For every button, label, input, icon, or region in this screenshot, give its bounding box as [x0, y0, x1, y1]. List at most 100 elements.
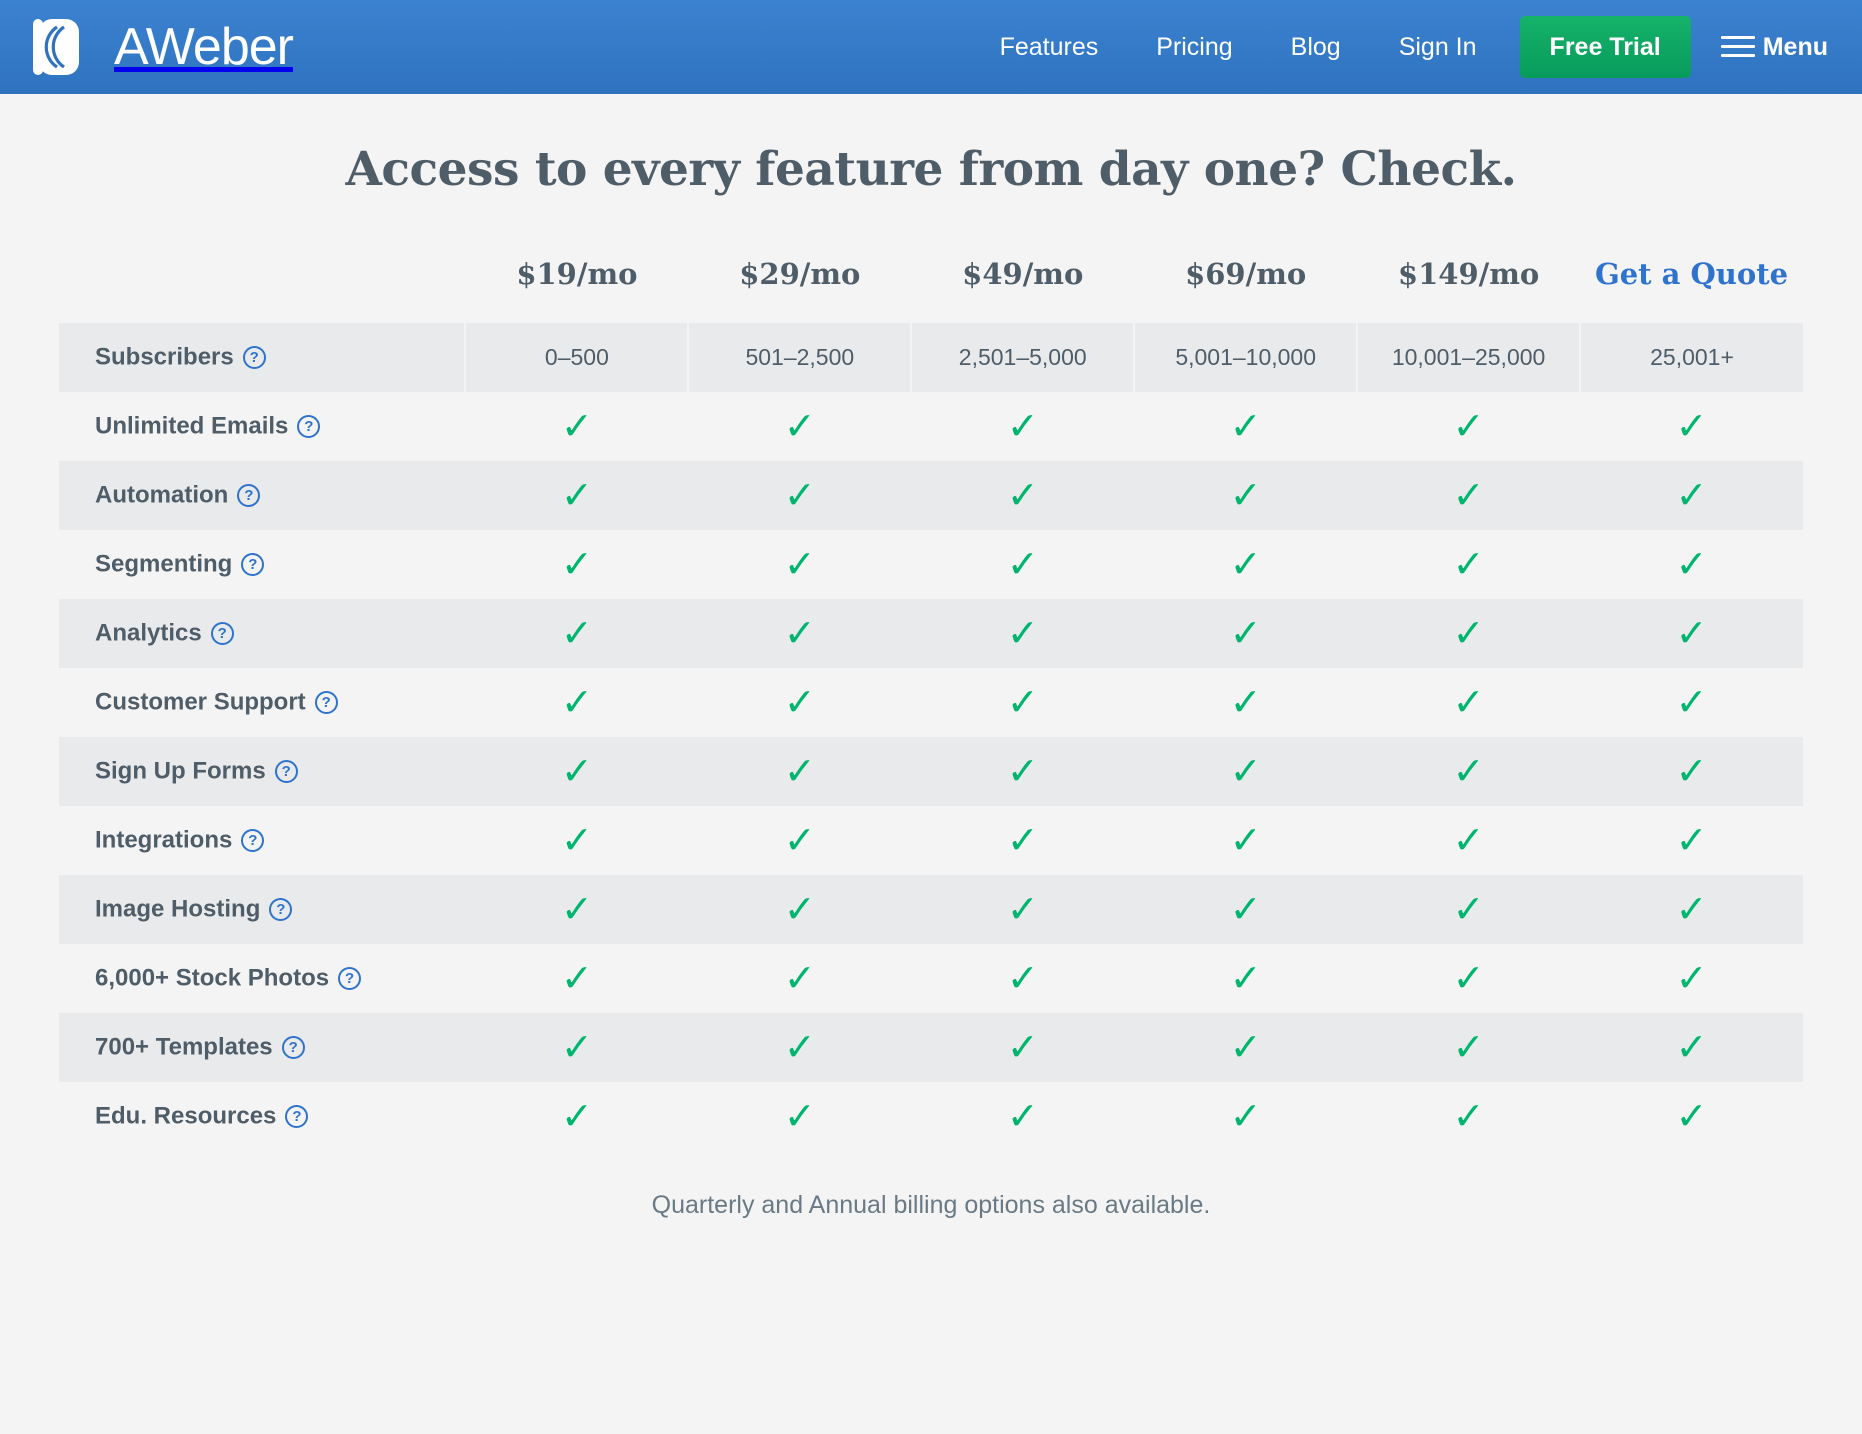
checkmark-icon: ✓: [1452, 1095, 1485, 1138]
checkmark-icon: ✓: [783, 819, 816, 862]
checkmark-icon: ✓: [783, 957, 816, 1000]
feature-available-cell: ✓: [465, 530, 688, 599]
checkmark-icon: ✓: [1452, 1026, 1485, 1069]
checkmark-icon: ✓: [1675, 888, 1708, 931]
help-question-icon[interactable]: ?: [281, 1036, 305, 1060]
checkmark-icon: ✓: [1675, 681, 1708, 724]
feature-available-cell: ✓: [1357, 737, 1581, 806]
feature-name-cell: Customer Support?: [59, 668, 465, 737]
checkmark-icon: ✓: [560, 612, 593, 655]
feature-available-cell: ✓: [911, 599, 1135, 668]
hamburger-icon: [1720, 36, 1755, 58]
feature-available-cell: ✓: [1580, 806, 1803, 875]
menu-toggle-button[interactable]: Menu: [1720, 32, 1828, 62]
feature-available-cell: ✓: [1357, 599, 1581, 668]
pricing-comparison-table: $19/mo $29/mo $49/mo $69/mo $149/mo Get …: [59, 243, 1803, 1151]
feature-name-cell: Image Hosting?: [59, 875, 466, 944]
nav-link-features[interactable]: Features: [971, 0, 1128, 94]
subscriber-range-cell: 501–2,500: [687, 323, 912, 392]
nav-link-pricing[interactable]: Pricing: [1127, 0, 1261, 94]
main-navigation: Features Pricing Blog Sign In Free Trial…: [971, 0, 1862, 94]
help-question-icon[interactable]: ?: [237, 484, 261, 508]
feature-available-cell: ✓: [1134, 737, 1358, 806]
table-row: Automation? ✓ ✓ ✓ ✓ ✓ ✓: [59, 461, 1803, 530]
checkmark-icon: ✓: [783, 474, 816, 517]
nav-link-blog[interactable]: Blog: [1262, 0, 1370, 94]
feature-available-cell: ✓: [911, 668, 1134, 737]
checkmark-icon: ✓: [1675, 1095, 1708, 1138]
feature-available-cell: ✓: [1134, 944, 1357, 1013]
table-header: $19/mo $29/mo $49/mo $69/mo $149/mo Get …: [59, 243, 1803, 323]
help-question-icon[interactable]: ?: [241, 553, 265, 577]
subscriber-range-cell: 5,001–10,000: [1133, 323, 1358, 392]
pricing-table-container: $19/mo $29/mo $49/mo $69/mo $149/mo Get …: [31, 243, 1831, 1151]
get-a-quote-link[interactable]: Get a Quote: [1580, 243, 1803, 323]
feature-available-cell: ✓: [465, 1082, 688, 1151]
help-question-icon[interactable]: ?: [274, 760, 298, 784]
plan-header-row: $19/mo $29/mo $49/mo $69/mo $149/mo Get …: [59, 243, 1803, 323]
feature-available-cell: ✓: [1134, 1082, 1357, 1151]
aweber-logo-icon: [33, 19, 79, 75]
feature-available-cell: ✓: [465, 1013, 689, 1082]
feature-available-cell: ✓: [465, 737, 689, 806]
checkmark-icon: ✓: [1006, 474, 1039, 517]
checkmark-icon: ✓: [1229, 405, 1262, 448]
feature-available-cell: ✓: [1357, 1082, 1580, 1151]
plan-header-29: $29/mo: [739, 257, 861, 291]
menu-toggle-label: Menu: [1762, 32, 1828, 61]
checkmark-icon: ✓: [783, 1026, 816, 1069]
checkmark-icon: ✓: [560, 1026, 593, 1069]
nav-link-sign-in[interactable]: Sign In: [1370, 0, 1506, 94]
help-question-icon[interactable]: ?: [242, 346, 266, 370]
feature-available-cell: ✓: [911, 392, 1134, 461]
billing-footnote: Quarterly and Annual billing options als…: [651, 1191, 1211, 1219]
checkmark-icon: ✓: [1229, 888, 1262, 931]
feature-available-cell: ✓: [1580, 1082, 1803, 1151]
feature-name-cell: Integrations?: [59, 806, 465, 875]
checkmark-icon: ✓: [783, 612, 816, 655]
feature-available-cell: ✓: [688, 392, 911, 461]
brand-link[interactable]: AWeber: [30, 17, 294, 77]
feature-available-cell: ✓: [1580, 1013, 1803, 1082]
feature-label: Image Hosting: [95, 895, 261, 923]
feature-available-cell: ✓: [465, 806, 688, 875]
feature-available-cell: ✓: [911, 1013, 1135, 1082]
checkmark-icon: ✓: [560, 888, 593, 931]
help-question-icon[interactable]: ?: [338, 967, 362, 991]
feature-available-cell: ✓: [465, 599, 689, 668]
feature-label: Unlimited Emails: [95, 412, 289, 440]
checkmark-icon: ✓: [1006, 957, 1039, 1000]
help-question-icon[interactable]: ?: [210, 622, 234, 646]
feature-available-cell: ✓: [1357, 1013, 1581, 1082]
feature-name-cell: Automation?: [59, 461, 466, 530]
checkmark-icon: ✓: [560, 474, 593, 517]
subscriber-range-cell: 10,001–25,000: [1356, 323, 1581, 392]
help-question-icon[interactable]: ?: [297, 415, 321, 439]
feature-label: 700+ Templates: [95, 1033, 273, 1061]
help-question-icon[interactable]: ?: [285, 1105, 309, 1129]
free-trial-button[interactable]: Free Trial: [1519, 16, 1691, 78]
feature-available-cell: ✓: [688, 668, 911, 737]
feature-name-cell: Analytics?: [59, 599, 466, 668]
checkmark-icon: ✓: [1229, 681, 1262, 724]
feature-available-cell: ✓: [1580, 599, 1803, 668]
feature-available-cell: ✓: [465, 944, 688, 1013]
feature-available-cell: ✓: [1357, 530, 1580, 599]
checkmark-icon: ✓: [1006, 1095, 1039, 1138]
brand-name: AWeber: [114, 18, 294, 76]
help-question-icon[interactable]: ?: [269, 898, 293, 922]
help-question-icon[interactable]: ?: [314, 691, 338, 715]
checkmark-icon: ✓: [1452, 543, 1485, 586]
checkmark-icon: ✓: [783, 543, 816, 586]
checkmark-icon: ✓: [1675, 612, 1708, 655]
plan-header-149: $149/mo: [1397, 257, 1540, 291]
feature-available-cell: ✓: [1580, 392, 1803, 461]
help-question-icon[interactable]: ?: [241, 829, 265, 853]
feature-available-cell: ✓: [1357, 461, 1581, 530]
feature-available-cell: ✓: [1134, 392, 1357, 461]
checkmark-icon: ✓: [1229, 1095, 1262, 1138]
feature-available-cell: ✓: [1134, 875, 1358, 944]
feature-name-cell: Subscribers?: [59, 323, 466, 392]
checkmark-icon: ✓: [1006, 681, 1039, 724]
feature-available-cell: ✓: [1580, 530, 1803, 599]
